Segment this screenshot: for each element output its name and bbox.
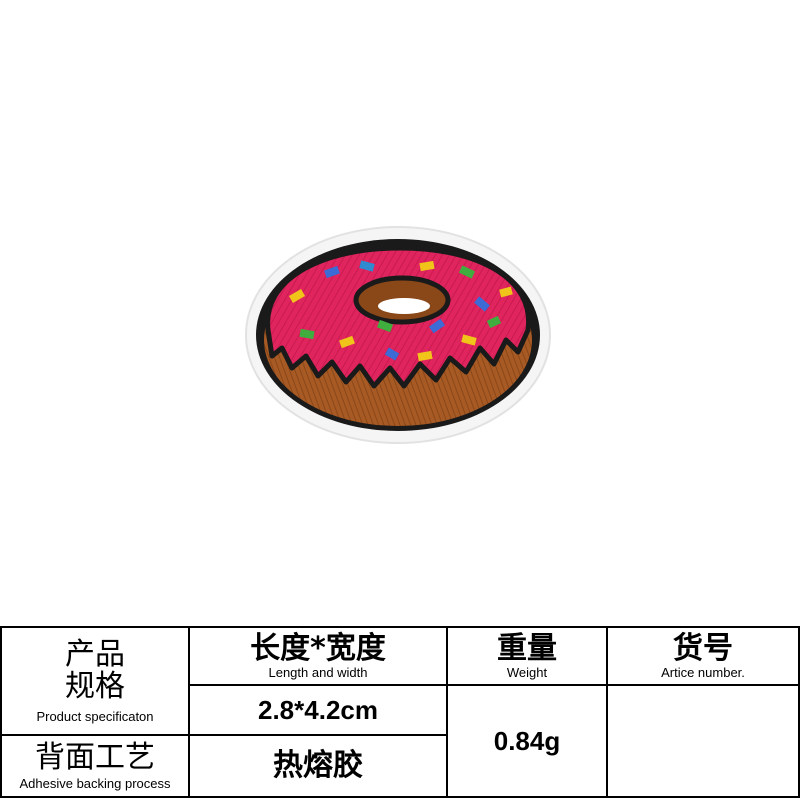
size-header-zh: 长度*宽度	[250, 630, 386, 666]
spec-label-en: Product specificaton	[36, 708, 154, 724]
backing-label-en: Adhesive backing process	[19, 775, 171, 791]
spec-table: 产品 规格 Product specificaton 长度*宽度 Length …	[0, 626, 800, 798]
size-value-cell: 2.8*4.2cm	[190, 686, 446, 734]
table-border-bottom	[0, 796, 800, 798]
article-value-cell	[608, 686, 798, 796]
donut-hole	[378, 298, 430, 314]
size-header-cell: 长度*宽度 Length and width	[190, 628, 446, 684]
spec-label-zh-line2: 规格	[65, 668, 125, 704]
size-value: 2.8*4.2cm	[258, 694, 378, 725]
article-header-en: Artice number.	[661, 664, 745, 680]
backing-label-zh: 背面工艺	[35, 739, 155, 775]
backing-value: 热熔胶	[273, 748, 363, 783]
weight-value: 0.84g	[493, 725, 561, 756]
weight-header-cell: 重量 Weight	[448, 628, 606, 684]
spec-label-cell: 产品 规格 Product specificaton	[2, 628, 188, 734]
spec-label-zh-line1: 产品	[65, 636, 125, 672]
backing-label-cell: 背面工艺 Adhesive backing process	[2, 736, 188, 796]
donut-patch-image	[245, 226, 551, 444]
backing-value-cell: 热熔胶	[190, 736, 446, 796]
weight-header-en: Weight	[506, 664, 548, 680]
article-header-cell: 货号 Artice number.	[608, 628, 798, 684]
weight-value-cell: 0.84g	[448, 686, 606, 796]
size-header-en: Length and width	[268, 664, 368, 680]
product-photo	[0, 0, 800, 620]
article-header-zh: 货号	[673, 630, 733, 666]
weight-header-zh: 重量	[497, 630, 557, 666]
